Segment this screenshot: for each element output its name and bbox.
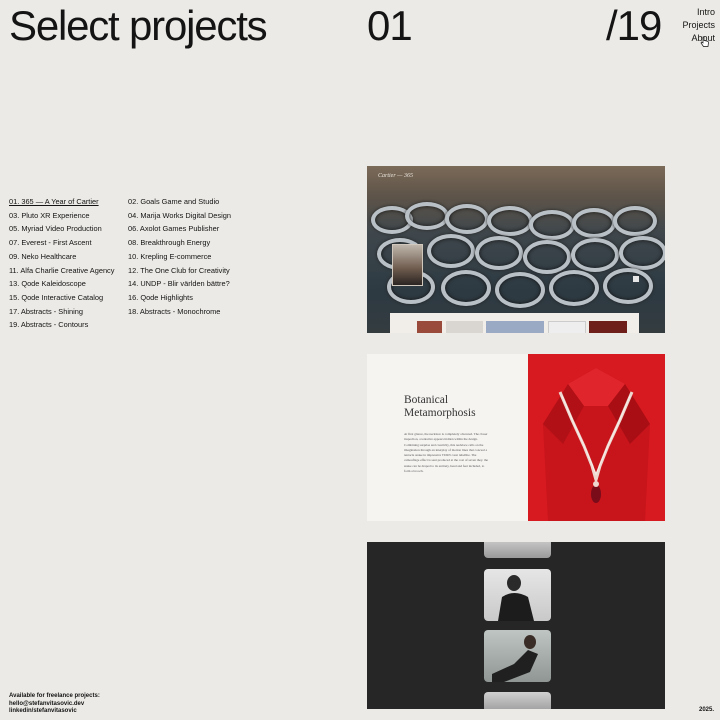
portrait-thumbnail (392, 244, 423, 286)
ring-shape (619, 236, 665, 270)
strip-thumbnail (548, 321, 586, 333)
project-counter-total: /19 (606, 2, 662, 49)
project-link-18[interactable]: 18. Abstracts - Monochrome (128, 305, 231, 319)
ring-shape (523, 240, 571, 274)
ring-shape (613, 206, 657, 236)
freelance-contact: Available for freelance projects: hello@… (9, 693, 100, 716)
ring-shape (405, 202, 449, 230)
year-label: 2025. (698, 707, 714, 713)
project-card-botanical[interactable]: Botanical Metamorphosis At first glance,… (367, 354, 665, 521)
cartier-label: Cartier — 365 (378, 173, 414, 179)
ring-shape (487, 206, 533, 236)
strip-thumbnail (486, 321, 544, 333)
email-link[interactable]: hello@stefanvitasovic.dev (9, 701, 100, 709)
nav-about-link[interactable]: About (682, 32, 715, 45)
project-link-06[interactable]: 06. Axolot Games Publisher (128, 222, 231, 236)
linkedin-link[interactable]: linkedin/stefanvitasovic (9, 708, 100, 716)
ring-shape (495, 272, 545, 308)
project-link-15[interactable]: 15. Qode Interactive Catalog (9, 291, 114, 305)
person-portrait-icon (498, 575, 534, 621)
project-link-10[interactable]: 10. Krepling E-commerce (128, 250, 231, 264)
ring-shape (529, 210, 575, 240)
project-link-07[interactable]: 07. Everest - First Ascent (9, 236, 114, 250)
main-nav: Intro Projects About (682, 6, 715, 45)
project-link-05[interactable]: 05. Myriad Video Production (9, 222, 114, 236)
ring-shape (572, 208, 616, 238)
availability-text: Available for freelance projects: (9, 693, 100, 699)
project-link-13[interactable]: 13. Qode Kaleidoscope (9, 277, 114, 291)
ring-shape (445, 204, 489, 234)
ring-shape (475, 236, 523, 270)
project-link-01[interactable]: 01. 365 — A Year of Cartier (9, 195, 114, 209)
project-link-09[interactable]: 09. Neko Healthcare (9, 250, 114, 264)
pointer-cursor-icon (700, 36, 709, 47)
ring-shape (427, 234, 475, 268)
project-link-08[interactable]: 08. Breakthrough Energy (128, 236, 231, 250)
ring-shape (571, 238, 619, 272)
ring-shape (441, 270, 491, 306)
project-link-11[interactable]: 11. Alfa Charlie Creative Agency (9, 264, 114, 278)
nav-projects-link[interactable]: Projects (682, 19, 715, 32)
botanical-heading: Botanical Metamorphosis (404, 394, 476, 419)
nav-intro-link[interactable]: Intro (682, 6, 715, 19)
project-link-14[interactable]: 14. UNDP - Blir världen bättre? (128, 277, 231, 291)
strip-thumbnail (589, 321, 627, 333)
strip-thumbnail (417, 321, 442, 333)
necklace-photo (528, 354, 665, 521)
project-link-04[interactable]: 04. Marija Works Digital Design (128, 209, 231, 223)
ring-shape (603, 268, 653, 304)
project-list-right: 02. Goals Game and Studio 04. Marija Wor… (128, 195, 231, 318)
project-link-17[interactable]: 17. Abstracts - Shining (9, 305, 114, 319)
small-square-icon (633, 276, 639, 282)
portrait-frame (484, 542, 551, 558)
project-card-portraits[interactable] (367, 542, 665, 709)
strip-thumbnail (446, 321, 483, 333)
necklace-bust-icon (543, 368, 650, 521)
project-card-cartier[interactable]: Cartier — 365 (367, 166, 665, 333)
person-portrait-icon (492, 635, 538, 682)
botanical-body-text: At first glance, the necklace is complet… (404, 432, 488, 474)
project-link-12[interactable]: 12. The One Club for Creativity (128, 264, 231, 278)
project-link-03[interactable]: 03. Pluto XR Experience (9, 209, 114, 223)
ring-shape (549, 270, 599, 306)
project-link-16[interactable]: 16. Qode Highlights (128, 291, 231, 305)
project-link-19[interactable]: 19. Abstracts - Contours (9, 318, 114, 332)
project-link-02[interactable]: 02. Goals Game and Studio (128, 195, 231, 209)
portrait-frame (484, 569, 551, 621)
project-list-left: 01. 365 — A Year of Cartier 03. Pluto XR… (9, 195, 114, 332)
project-counter-current: 01 (367, 2, 413, 49)
page-title: Select projects (9, 2, 268, 49)
portrait-frame (484, 630, 551, 682)
portrait-frame (484, 692, 551, 709)
